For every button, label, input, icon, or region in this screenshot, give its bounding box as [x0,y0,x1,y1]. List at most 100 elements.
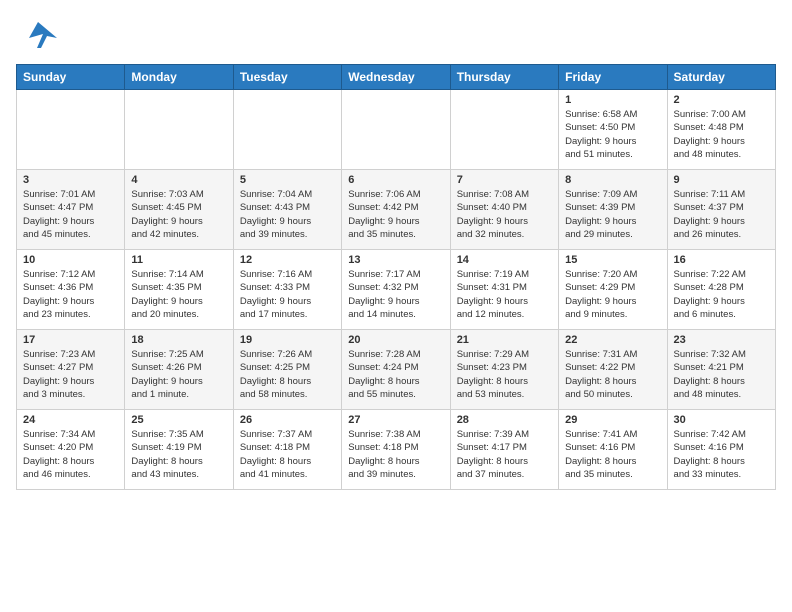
day-info: Sunrise: 7:32 AM Sunset: 4:21 PM Dayligh… [674,349,746,400]
weekday-header: Wednesday [342,65,450,90]
calendar-cell: 21 Sunrise: 7:29 AM Sunset: 4:23 PM Dayli… [450,330,558,410]
day-info: Sunrise: 7:09 AM Sunset: 4:39 PM Dayligh… [565,189,637,240]
day-info: Sunrise: 7:34 AM Sunset: 4:20 PM Dayligh… [23,429,95,480]
day-number: 20 [348,334,443,346]
calendar-cell: 7 Sunrise: 7:08 AM Sunset: 4:40 PM Daylig… [450,170,558,250]
calendar-cell: 19 Sunrise: 7:26 AM Sunset: 4:25 PM Dayli… [233,330,341,410]
calendar-cell: 28 Sunrise: 7:39 AM Sunset: 4:17 PM Dayli… [450,410,558,490]
day-number: 22 [565,334,660,346]
day-number: 6 [348,174,443,186]
day-info: Sunrise: 7:16 AM Sunset: 4:33 PM Dayligh… [240,269,312,320]
calendar-header-row: SundayMondayTuesdayWednesdayThursdayFrid… [17,65,776,90]
calendar-week-row: 24 Sunrise: 7:34 AM Sunset: 4:20 PM Dayli… [17,410,776,490]
day-number: 8 [565,174,660,186]
day-number: 28 [457,414,552,426]
day-info: Sunrise: 7:19 AM Sunset: 4:31 PM Dayligh… [457,269,529,320]
calendar-cell: 18 Sunrise: 7:25 AM Sunset: 4:26 PM Dayli… [125,330,233,410]
day-number: 15 [565,254,660,266]
calendar-cell: 12 Sunrise: 7:16 AM Sunset: 4:33 PM Dayli… [233,250,341,330]
day-number: 17 [23,334,118,346]
calendar-cell: 9 Sunrise: 7:11 AM Sunset: 4:37 PM Daylig… [667,170,775,250]
calendar-week-row: 17 Sunrise: 7:23 AM Sunset: 4:27 PM Dayli… [17,330,776,410]
day-info: Sunrise: 7:26 AM Sunset: 4:25 PM Dayligh… [240,349,312,400]
day-number: 30 [674,414,769,426]
day-number: 4 [131,174,226,186]
calendar-cell: 30 Sunrise: 7:42 AM Sunset: 4:16 PM Dayli… [667,410,775,490]
day-info: Sunrise: 7:14 AM Sunset: 4:35 PM Dayligh… [131,269,203,320]
day-number: 21 [457,334,552,346]
calendar-cell [125,90,233,170]
day-number: 3 [23,174,118,186]
calendar-cell: 11 Sunrise: 7:14 AM Sunset: 4:35 PM Dayli… [125,250,233,330]
day-number: 27 [348,414,443,426]
day-info: Sunrise: 7:28 AM Sunset: 4:24 PM Dayligh… [348,349,420,400]
calendar-cell: 1 Sunrise: 6:58 AM Sunset: 4:50 PM Daylig… [559,90,667,170]
day-info: Sunrise: 7:04 AM Sunset: 4:43 PM Dayligh… [240,189,312,240]
day-info: Sunrise: 7:17 AM Sunset: 4:32 PM Dayligh… [348,269,420,320]
calendar-cell: 26 Sunrise: 7:37 AM Sunset: 4:18 PM Dayli… [233,410,341,490]
day-number: 19 [240,334,335,346]
calendar-week-row: 10Sunrise: 7:12 AM Sunset: 4:36 PM Dayli… [17,250,776,330]
calendar-cell: 3Sunrise: 7:01 AM Sunset: 4:47 PM Daylig… [17,170,125,250]
calendar-cell: 2Sunrise: 7:00 AM Sunset: 4:48 PM Daylig… [667,90,775,170]
day-info: Sunrise: 7:29 AM Sunset: 4:23 PM Dayligh… [457,349,529,400]
day-info: Sunrise: 7:38 AM Sunset: 4:18 PM Dayligh… [348,429,420,480]
day-number: 18 [131,334,226,346]
day-info: Sunrise: 7:41 AM Sunset: 4:16 PM Dayligh… [565,429,637,480]
day-info: Sunrise: 7:31 AM Sunset: 4:22 PM Dayligh… [565,349,637,400]
calendar-cell: 5 Sunrise: 7:04 AM Sunset: 4:43 PM Daylig… [233,170,341,250]
calendar-week-row: 1 Sunrise: 6:58 AM Sunset: 4:50 PM Daylig… [17,90,776,170]
day-number: 14 [457,254,552,266]
day-number: 5 [240,174,335,186]
day-info: Sunrise: 7:35 AM Sunset: 4:19 PM Dayligh… [131,429,203,480]
day-info: Sunrise: 7:23 AM Sunset: 4:27 PM Dayligh… [23,349,95,400]
calendar-cell: 4Sunrise: 7:03 AM Sunset: 4:45 PM Daylig… [125,170,233,250]
calendar-cell: 27 Sunrise: 7:38 AM Sunset: 4:18 PM Dayli… [342,410,450,490]
day-info: Sunrise: 7:08 AM Sunset: 4:40 PM Dayligh… [457,189,529,240]
calendar-cell: 25 Sunrise: 7:35 AM Sunset: 4:19 PM Dayli… [125,410,233,490]
day-number: 1 [565,94,660,106]
day-info: Sunrise: 7:06 AM Sunset: 4:42 PM Dayligh… [348,189,420,240]
calendar-cell [450,90,558,170]
day-number: 25 [131,414,226,426]
day-info: Sunrise: 7:39 AM Sunset: 4:17 PM Dayligh… [457,429,529,480]
calendar-cell: 22 Sunrise: 7:31 AM Sunset: 4:22 PM Dayli… [559,330,667,410]
calendar-week-row: 3Sunrise: 7:01 AM Sunset: 4:47 PM Daylig… [17,170,776,250]
calendar-cell: 15Sunrise: 7:20 AM Sunset: 4:29 PM Dayli… [559,250,667,330]
header [16,16,776,54]
day-number: 9 [674,174,769,186]
day-number: 16 [674,254,769,266]
day-number: 7 [457,174,552,186]
day-info: Sunrise: 6:58 AM Sunset: 4:50 PM Dayligh… [565,109,637,160]
weekday-header: Monday [125,65,233,90]
calendar-cell [233,90,341,170]
day-info: Sunrise: 7:00 AM Sunset: 4:48 PM Dayligh… [674,109,746,160]
day-number: 12 [240,254,335,266]
calendar-cell: 29Sunrise: 7:41 AM Sunset: 4:16 PM Dayli… [559,410,667,490]
logo [16,16,57,54]
day-info: Sunrise: 7:12 AM Sunset: 4:36 PM Dayligh… [23,269,95,320]
calendar-cell: 20 Sunrise: 7:28 AM Sunset: 4:24 PM Dayli… [342,330,450,410]
calendar-cell: 6 Sunrise: 7:06 AM Sunset: 4:42 PM Daylig… [342,170,450,250]
calendar-cell: 13 Sunrise: 7:17 AM Sunset: 4:32 PM Dayli… [342,250,450,330]
calendar-cell: 16 Sunrise: 7:22 AM Sunset: 4:28 PM Dayli… [667,250,775,330]
day-info: Sunrise: 7:37 AM Sunset: 4:18 PM Dayligh… [240,429,312,480]
day-info: Sunrise: 7:25 AM Sunset: 4:26 PM Dayligh… [131,349,203,400]
day-number: 26 [240,414,335,426]
day-number: 11 [131,254,226,266]
calendar-cell: 14 Sunrise: 7:19 AM Sunset: 4:31 PM Dayli… [450,250,558,330]
calendar-cell [17,90,125,170]
weekday-header: Sunday [17,65,125,90]
day-number: 13 [348,254,443,266]
calendar-cell: 24 Sunrise: 7:34 AM Sunset: 4:20 PM Dayli… [17,410,125,490]
day-info: Sunrise: 7:11 AM Sunset: 4:37 PM Dayligh… [674,189,746,240]
day-info: Sunrise: 7:42 AM Sunset: 4:16 PM Dayligh… [674,429,746,480]
calendar-cell: 10Sunrise: 7:12 AM Sunset: 4:36 PM Dayli… [17,250,125,330]
calendar-cell: 8 Sunrise: 7:09 AM Sunset: 4:39 PM Daylig… [559,170,667,250]
day-info: Sunrise: 7:22 AM Sunset: 4:28 PM Dayligh… [674,269,746,320]
calendar-cell [342,90,450,170]
weekday-header: Thursday [450,65,558,90]
day-number: 24 [23,414,118,426]
logo-bird-icon [19,16,57,54]
calendar-table: SundayMondayTuesdayWednesdayThursdayFrid… [16,64,776,490]
